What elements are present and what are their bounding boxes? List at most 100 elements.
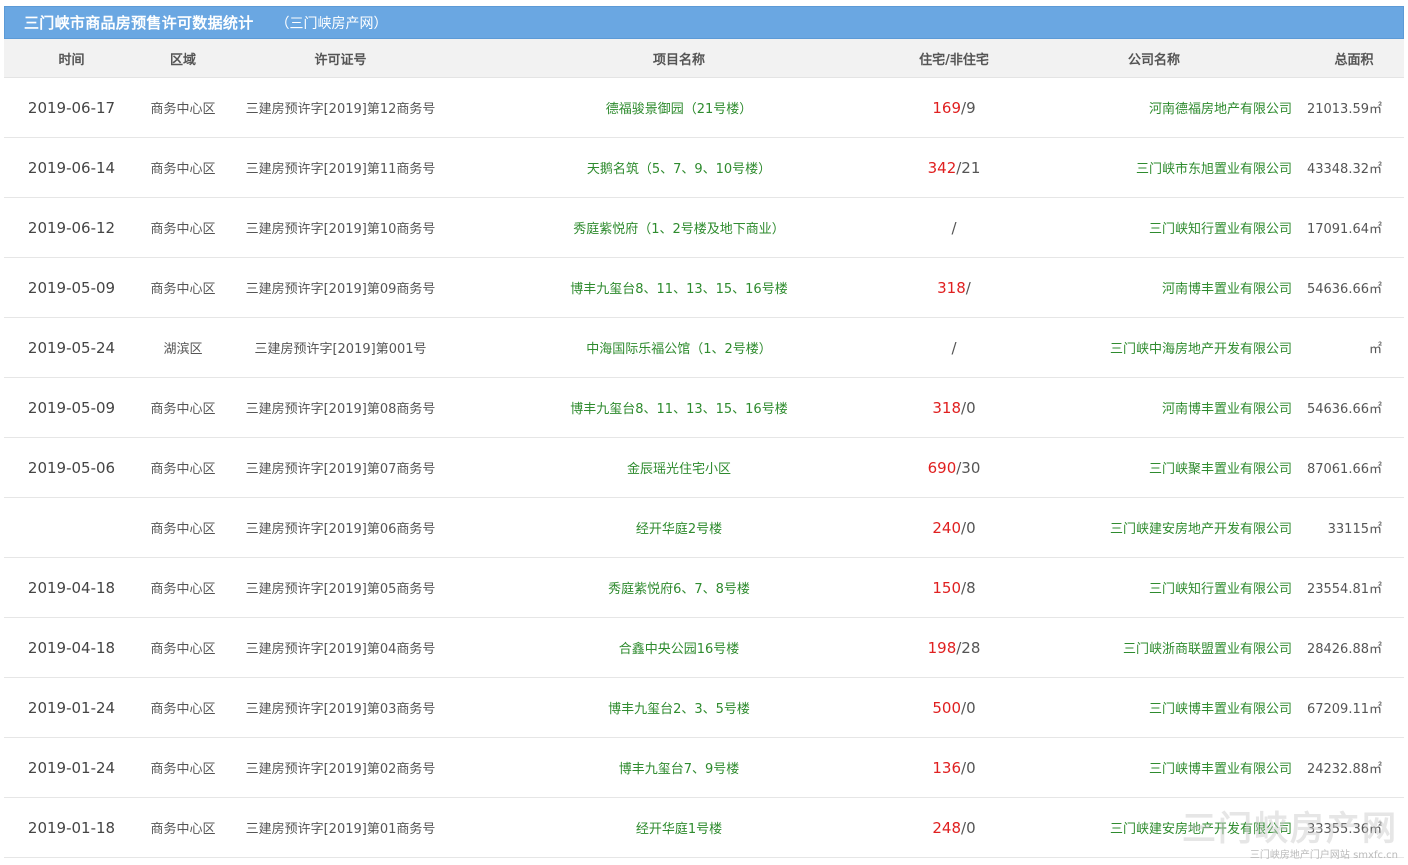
cell-project[interactable]: 德福骏景御园（21号楼） — [454, 77, 904, 138]
cell-project[interactable]: 天鹅名筑（5、7、9、10号楼） — [454, 137, 904, 198]
cell-date: 2019-01-18 — [4, 797, 139, 858]
cell-date: 2019-05-09 — [4, 377, 139, 438]
cell-total-area: 67209.11㎡ — [1304, 677, 1404, 738]
non-residential-units: /0 — [961, 698, 976, 717]
cell-company[interactable]: 三门峡博丰置业有限公司 — [1004, 677, 1304, 738]
cell-total-area: 17091.64㎡ — [1304, 197, 1404, 258]
cell-project[interactable]: 博丰九玺台8、11、13、15、16号楼 — [454, 377, 904, 438]
table-row: 2019-05-24 湖滨区 三建房预许字[2019]第001号 中海国际乐福公馆（1… — [4, 317, 1404, 378]
cell-project[interactable]: 秀庭紫悦府6、7、8号楼 — [454, 557, 904, 618]
cell-date: 2019-06-12 — [4, 197, 139, 258]
column-header-district: 区域 — [139, 39, 227, 78]
column-header-company: 公司名称 — [1004, 39, 1304, 78]
cell-total-area: 43348.32㎡ — [1304, 137, 1404, 198]
page-subtitle: （三门峡房产网） — [275, 15, 388, 32]
table-row: 2019-01-18 商务中心区 三建房预许字[2019]第01商务号 经开华庭1号楼… — [4, 797, 1404, 858]
cell-units: 248/0 — [904, 797, 1004, 858]
cell-district: 商务中心区 — [139, 77, 227, 138]
cell-project[interactable]: 博丰九玺台2、3、5号楼 — [454, 677, 904, 738]
table-row: 2019-01-24 商务中心区 三建房预许字[2019]第03商务号 博丰九玺台2、… — [4, 677, 1404, 738]
table-row: 2019-06-14 商务中心区 三建房预许字[2019]第11商务号 天鹅名筑（5、… — [4, 137, 1404, 198]
cell-permit: 三建房预许字[2019]第05商务号 — [227, 557, 454, 618]
cell-date: 2019-04-18 — [4, 617, 139, 678]
cell-district: 商务中心区 — [139, 257, 227, 318]
cell-units: 690/30 — [904, 437, 1004, 498]
cell-permit: 三建房预许字[2019]第12商务号 — [227, 77, 454, 138]
cell-date — [4, 497, 139, 558]
cell-permit: 三建房预许字[2019]第11商务号 — [227, 137, 454, 198]
cell-project[interactable]: 秀庭紫悦府（1、2号楼及地下商业） — [454, 197, 904, 258]
non-residential-units: /8 — [961, 578, 976, 597]
residential-units: 169 — [932, 98, 962, 117]
cell-company[interactable]: 河南博丰置业有限公司 — [1004, 257, 1304, 318]
cell-permit: 三建房预许字[2019]第08商务号 — [227, 377, 454, 438]
column-header-permit: 许可证号 — [227, 39, 454, 78]
cell-company[interactable]: 河南德福房地产有限公司 — [1004, 77, 1304, 138]
table-row: 2019-05-09 商务中心区 三建房预许字[2019]第08商务号 博丰九玺台8、… — [4, 377, 1404, 438]
cell-company[interactable]: 三门峡市东旭置业有限公司 — [1004, 137, 1304, 198]
cell-date: 2019-01-24 — [4, 677, 139, 738]
table-row: 2019-01-24 商务中心区 三建房预许字[2019]第02商务号 博丰九玺台7、… — [4, 737, 1404, 798]
cell-total-area: 28426.88㎡ — [1304, 617, 1404, 678]
cell-permit: 三建房预许字[2019]第06商务号 — [227, 497, 454, 558]
cell-company[interactable]: 三门峡知行置业有限公司 — [1004, 557, 1304, 618]
presale-permit-table: 时间 区域 许可证号 项目名称 住宅/非住宅 公司名称 总面积 2019-06-… — [4, 39, 1404, 858]
cell-project[interactable]: 经开华庭1号楼 — [454, 797, 904, 858]
cell-permit: 三建房预许字[2019]第07商务号 — [227, 437, 454, 498]
cell-company[interactable]: 三门峡建安房地产开发有限公司 — [1004, 797, 1304, 858]
non-residential-units: / — [965, 278, 971, 297]
column-header-project: 项目名称 — [454, 39, 904, 78]
residential-units: 240 — [932, 518, 962, 537]
residential-units: 690 — [927, 458, 957, 477]
cell-permit: 三建房预许字[2019]第03商务号 — [227, 677, 454, 738]
cell-date: 2019-06-17 — [4, 77, 139, 138]
cell-project[interactable]: 金辰瑶光住宅小区 — [454, 437, 904, 498]
cell-total-area: 54636.66㎡ — [1304, 377, 1404, 438]
non-residential-units: / — [951, 338, 957, 357]
cell-project[interactable]: 博丰九玺台8、11、13、15、16号楼 — [454, 257, 904, 318]
cell-units: 150/8 — [904, 557, 1004, 618]
table-body: 2019-06-17 商务中心区 三建房预许字[2019]第12商务号 德福骏景御园（… — [4, 77, 1404, 858]
residential-units: 318 — [937, 278, 966, 297]
non-residential-units: /9 — [961, 98, 976, 117]
table-row: 2019-05-09 商务中心区 三建房预许字[2019]第09商务号 博丰九玺台8、… — [4, 257, 1404, 318]
residential-units: 342 — [927, 158, 957, 177]
cell-district: 商务中心区 — [139, 677, 227, 738]
cell-total-area: 23554.81㎡ — [1304, 557, 1404, 618]
cell-district: 湖滨区 — [139, 317, 227, 378]
cell-company[interactable]: 三门峡聚丰置业有限公司 — [1004, 437, 1304, 498]
cell-project[interactable]: 中海国际乐福公馆（1、2号楼） — [454, 317, 904, 378]
cell-company[interactable]: 三门峡中海房地产开发有限公司 — [1004, 317, 1304, 378]
cell-total-area: 54636.66㎡ — [1304, 257, 1404, 318]
cell-total-area: 24232.88㎡ — [1304, 737, 1404, 798]
cell-project[interactable]: 经开华庭2号楼 — [454, 497, 904, 558]
cell-company[interactable]: 三门峡知行置业有限公司 — [1004, 197, 1304, 258]
cell-total-area: 33355.36㎡ — [1304, 797, 1404, 858]
cell-date: 2019-05-06 — [4, 437, 139, 498]
cell-date: 2019-06-14 — [4, 137, 139, 198]
non-residential-units: /21 — [956, 158, 981, 177]
cell-date: 2019-01-24 — [4, 737, 139, 798]
cell-district: 商务中心区 — [139, 377, 227, 438]
cell-company[interactable]: 三门峡博丰置业有限公司 — [1004, 737, 1304, 798]
cell-date: 2019-04-18 — [4, 557, 139, 618]
cell-project[interactable]: 合鑫中央公园16号楼 — [454, 617, 904, 678]
residential-units: 150 — [932, 578, 962, 597]
cell-project[interactable]: 博丰九玺台7、9号楼 — [454, 737, 904, 798]
cell-company[interactable]: 三门峡建安房地产开发有限公司 — [1004, 497, 1304, 558]
non-residential-units: /0 — [961, 398, 976, 417]
residential-units: 500 — [932, 698, 962, 717]
cell-units: 240/0 — [904, 497, 1004, 558]
cell-units: 169/9 — [904, 77, 1004, 138]
cell-units: 318/ — [904, 257, 1004, 318]
cell-total-area: 33115㎡ — [1304, 497, 1404, 558]
cell-district: 商务中心区 — [139, 197, 227, 258]
cell-company[interactable]: 三门峡浙商联盟置业有限公司 — [1004, 617, 1304, 678]
non-residential-units: /28 — [956, 638, 981, 657]
cell-date: 2019-05-09 — [4, 257, 139, 318]
column-header-total-area: 总面积 — [1304, 39, 1404, 78]
cell-units: 500/0 — [904, 677, 1004, 738]
cell-units: 318/0 — [904, 377, 1004, 438]
cell-company[interactable]: 河南博丰置业有限公司 — [1004, 377, 1304, 438]
table-row: 商务中心区 三建房预许字[2019]第06商务号 经开华庭2号楼 240/0 三门峡建安… — [4, 497, 1404, 558]
